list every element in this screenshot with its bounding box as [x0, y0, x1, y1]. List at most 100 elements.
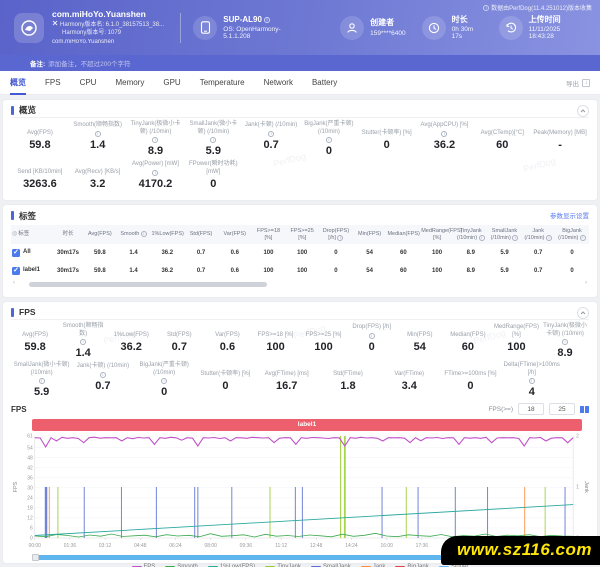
chart-scroll-handle[interactable]: [32, 554, 39, 561]
stat-bigjank-严重卡顿-10min: BigJank(严重卡顿) (/10min) i 0: [134, 362, 195, 398]
table-row-label1: ✓ label1 30m17s 59.8 1.4 36.2 0.7 0.6 100 100 0 54 6…: [11, 262, 589, 280]
info-icon[interactable]: i: [268, 131, 275, 137]
table-cell: 0: [570, 250, 574, 257]
stat-label: Drop(FPS) [/h] i: [352, 323, 392, 339]
fps-chart-header: FPS FPS(>=) 18 25: [11, 402, 589, 416]
export-button[interactable]: 导出 ↓: [566, 78, 590, 88]
info-icon[interactable]: i: [99, 372, 106, 378]
info-icon[interactable]: i: [161, 378, 168, 384]
info-icon[interactable]: i: [38, 378, 45, 384]
table-cell: 5.9: [500, 250, 509, 257]
stat-send-kb-10min: Send [KB/10min] 3263.6: [11, 160, 69, 191]
svg-text:30: 30: [27, 485, 33, 491]
info-icon[interactable]: i: [140, 231, 147, 238]
stat-value: 36.2: [433, 139, 456, 151]
app-icon: [14, 12, 44, 43]
chart-settings-icon[interactable]: [580, 405, 589, 413]
harmony-icon: [52, 20, 58, 29]
fps-threshold-input-1[interactable]: 18: [518, 403, 544, 415]
stat-label: Avg(AppCPU) [%] i: [420, 121, 469, 137]
clock-icon: [421, 15, 446, 40]
info-icon[interactable]: i: [579, 234, 586, 241]
tab-memory[interactable]: Memory: [115, 71, 144, 95]
col-header-min-fps: Min(FPS): [352, 225, 387, 245]
stat-label: Smooth(顺畅指数) i: [62, 323, 104, 345]
info-icon[interactable]: i: [528, 378, 535, 384]
scrollbar-thumb[interactable]: [29, 282, 267, 288]
info-icon[interactable]: i: [512, 234, 519, 241]
tags-table-body: ✓ All 30m17s 59.8 1.4 36.2 0.7 0.6 100 100 0 54 60 10…: [11, 244, 589, 280]
fps-threshold-input-2[interactable]: 25: [549, 403, 575, 415]
tags-hscrollbar[interactable]: ‹ ›: [13, 280, 587, 288]
scroll-right-arrow[interactable]: ›: [585, 280, 587, 286]
tab-概览[interactable]: 概览: [10, 71, 26, 95]
fps-stats-row2: SmallJank(微小卡顿) (/10min) i 5.9 Jank(卡顿) (/1…: [11, 362, 589, 398]
tab-battery[interactable]: Battery: [312, 71, 337, 95]
info-icon[interactable]: i: [441, 131, 448, 137]
svg-text:24: 24: [27, 495, 33, 501]
svg-text:61: 61: [27, 434, 33, 440]
stat-jank-卡顿-10min: Jank(卡顿) (/10min) i 0.7: [242, 121, 300, 157]
param-display-settings-link[interactable]: 参数显示设置: [550, 210, 589, 220]
fps-threshold-label: FPS(>=): [488, 405, 513, 413]
scroll-left-arrow[interactable]: ‹: [13, 280, 15, 286]
stat-value: 59.8: [24, 341, 46, 353]
table-cell: 0.6: [230, 268, 239, 275]
stat-label: SmallJank(微小卡顿) (/10min) i: [13, 362, 70, 384]
app-name: com.miHoYo.Yuanshen: [52, 9, 146, 20]
tab-cpu[interactable]: CPU: [80, 71, 97, 95]
svg-text:18: 18: [27, 505, 33, 511]
fps-stats-row1: Avg(FPS) 59.8 Smooth(顺畅指数) i 1.4 1%Low(FPS) 36…: [11, 323, 589, 359]
fps-panel: FPS Avg(FPS) 59.8 Smooth(顺畅指数) i 1.4 1%Low(FP…: [3, 302, 597, 567]
info-icon[interactable]: i: [80, 339, 87, 345]
tab-gpu[interactable]: GPU: [163, 71, 180, 95]
overview-stats-row2: Send [KB/10min] 3263.6 Avg(Recv) [KB/s] 3.2…: [11, 160, 589, 190]
info-icon[interactable]: i: [325, 137, 332, 143]
info-icon[interactable]: i: [478, 234, 485, 241]
stat-value: 1.8: [340, 380, 356, 392]
tab-network[interactable]: Network: [264, 71, 293, 95]
label1-band: label1: [32, 419, 582, 431]
col-header-smalljank-10min: SmallJank (/10min) i: [487, 225, 522, 245]
table-cell: 30m17s: [56, 250, 80, 257]
tab-temperature[interactable]: Temperature: [200, 71, 245, 95]
row-checkbox[interactable]: ✓: [12, 267, 20, 276]
col-header-fps-25-%: FPS>=25 [%]: [285, 225, 320, 245]
svg-text:0: 0: [30, 536, 33, 542]
info-icon[interactable]: i: [210, 137, 217, 143]
row-checkbox[interactable]: ✓: [12, 249, 20, 258]
info-icon[interactable]: i: [152, 170, 159, 176]
svg-text:01:36: 01:36: [64, 543, 77, 549]
stat-label: Avg(Power) [mW] i: [132, 160, 179, 176]
fps-collapse-button[interactable]: [577, 307, 589, 319]
info-icon[interactable]: i: [337, 234, 344, 241]
info-icon[interactable]: i: [152, 137, 159, 143]
remark-bar[interactable]: 备注: 添加备注，不超过200个字符: [0, 55, 600, 71]
tags-panel: 标签 参数显示设置 ◎标签 时长 Avg(FPS) Smooth i 1%Low(FPS…: [3, 205, 597, 297]
stat-value: 5.9: [33, 386, 50, 398]
info-icon[interactable]: i: [94, 131, 101, 137]
svg-text:00:00: 00:00: [29, 543, 42, 549]
info-icon[interactable]: i: [562, 339, 569, 345]
info-icon[interactable]: i: [546, 234, 553, 241]
overview-collapse-button[interactable]: [577, 105, 589, 117]
table-cell: 1.4: [129, 268, 138, 275]
col-header-avg-fps: Avg(FPS): [83, 225, 117, 245]
stat-value: 1.4: [90, 139, 106, 151]
svg-text:48: 48: [27, 455, 33, 461]
stat-value: 0: [210, 178, 217, 190]
stat-value: 54: [413, 341, 426, 353]
col-header-时长: 时长: [53, 225, 83, 245]
site-watermark: www.sz116.com: [441, 536, 600, 565]
table-row-all: ✓ All 30m17s 59.8 1.4 36.2 0.7 0.6 100 100 0 54 60 10…: [11, 244, 589, 262]
table-cell: 60: [399, 250, 407, 257]
info-icon[interactable]: i: [368, 333, 375, 339]
fps-threshold-controls: FPS(>=) 18 25: [488, 403, 589, 415]
title-accent-bar: [11, 307, 14, 317]
visibility-icon[interactable]: ◎: [12, 231, 17, 237]
tab-fps[interactable]: FPS: [45, 71, 61, 95]
creator-value: 159****6400: [370, 29, 406, 37]
app-version-code: Harmony版本号: 1079: [62, 30, 122, 37]
device-info-icon[interactable]: i: [263, 16, 270, 23]
table-cell: 54: [366, 250, 373, 257]
